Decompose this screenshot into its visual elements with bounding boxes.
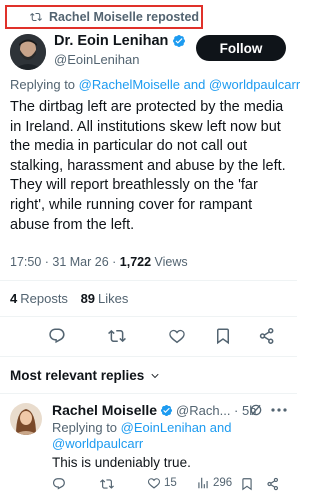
reply-body: This is undeniably true. [52, 455, 191, 470]
replies-header-label: Most relevant replies [10, 368, 145, 383]
author-avatar[interactable] [10, 34, 46, 70]
engagement-stats: 4 Reposts 89 Likes [10, 291, 128, 306]
reposts-count: 4 [10, 291, 18, 306]
likes-count: 89 [80, 291, 96, 306]
views-count: 1,722 [119, 255, 152, 269]
like-icon[interactable] [168, 327, 186, 345]
replying-targets-link[interactable]: @RachelMoiselle and @worldpaulcarr [79, 77, 301, 92]
replying-to: Replying to @RachelMoiselle and @worldpa… [10, 77, 300, 92]
views-label: Views [154, 255, 188, 269]
reply-author-avatar[interactable] [10, 403, 42, 435]
bookmark-icon[interactable] [240, 477, 254, 491]
reply-icon[interactable] [48, 327, 66, 345]
grok-icon[interactable] [249, 403, 263, 417]
reply-likes-count: 15 [164, 477, 177, 489]
verified-badge-icon [160, 404, 173, 417]
reply-target-link-1[interactable]: @EoinLenihan and [121, 420, 232, 435]
share-icon[interactable] [258, 327, 276, 345]
like-icon [147, 476, 161, 490]
repost-icon [30, 11, 42, 23]
follow-button[interactable]: Follow [196, 35, 286, 61]
replying-prefix: Replying to [10, 77, 76, 92]
more-options-icon[interactable] [271, 408, 287, 412]
repost-banner[interactable]: Rachel Moiselle reposted [5, 5, 203, 29]
reply-replying-prefix: Replying to [52, 420, 118, 435]
likes-label: Likes [98, 291, 129, 306]
tweet-body: The dirtbag left are protected by the me… [10, 99, 286, 233]
tweet-meta: 17:50 · 31 Mar 26 · 1,722 Views [10, 255, 188, 269]
reply-author-name[interactable]: Rachel Moiselle [52, 402, 157, 418]
retweet-icon[interactable] [108, 327, 126, 345]
tweet-timestamp[interactable]: 17:50 · 31 Mar 26 · [10, 255, 120, 269]
reply-handle-time: @Rach... · 5h [176, 402, 257, 418]
chevron-down-icon [150, 371, 160, 381]
divider [0, 316, 297, 317]
reply-views-count: 296 [213, 477, 233, 489]
retweet-icon[interactable] [100, 477, 114, 491]
reply-replying-to: Replying to @EoinLenihan and @worldpaulc… [52, 420, 231, 452]
share-icon[interactable] [266, 477, 280, 491]
divider [0, 280, 297, 281]
analytics-icon [196, 476, 210, 490]
repost-label: Rachel Moiselle reposted [49, 10, 200, 24]
reposts-stat[interactable]: 4 Reposts [10, 291, 68, 306]
likes-stat[interactable]: 89 Likes [81, 291, 129, 306]
verified-badge-icon [172, 34, 186, 48]
divider [0, 393, 297, 394]
author-handle[interactable]: @EoinLenihan [54, 52, 139, 67]
reply-like-button[interactable]: 15 [147, 476, 177, 490]
reply-target-link-2[interactable]: @worldpaulcarr [52, 436, 231, 452]
reposts-label: Reposts [20, 291, 68, 306]
reply-views-button[interactable]: 296 [196, 476, 232, 490]
reply-icon[interactable] [52, 477, 66, 491]
bookmark-icon[interactable] [214, 327, 232, 345]
replies-sort-toggle[interactable]: Most relevant replies [10, 368, 160, 383]
divider [0, 356, 297, 357]
author-name[interactable]: Dr. Eoin Lenihan [54, 33, 168, 49]
